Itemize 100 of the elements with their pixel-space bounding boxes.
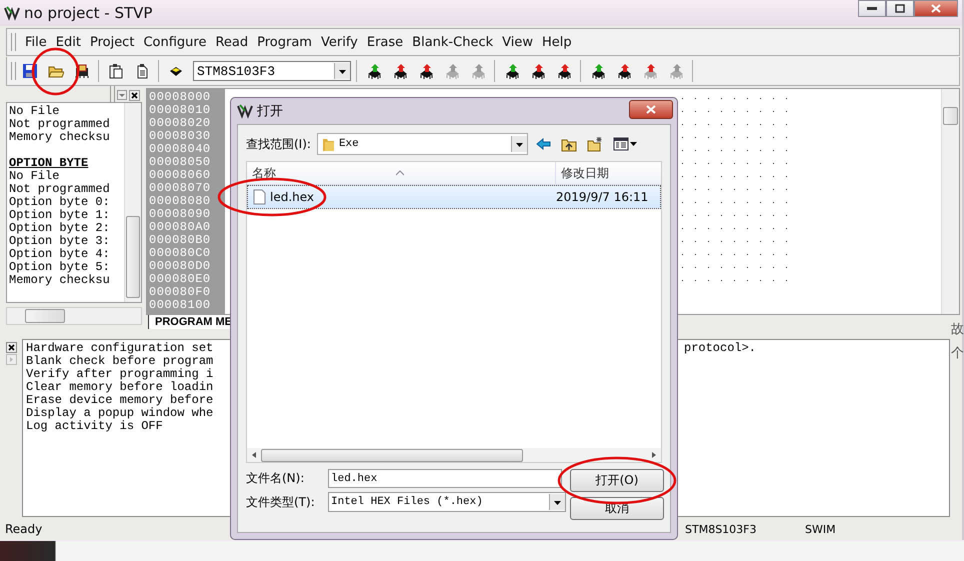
chip-arrow-icon bbox=[668, 63, 684, 79]
back-arrow-icon bbox=[536, 138, 551, 150]
dialog-title: 打开 bbox=[257, 103, 283, 120]
column-header[interactable]: 名称 bbox=[247, 162, 556, 184]
dropdown-icon[interactable] bbox=[117, 90, 127, 100]
chip-arrow-icon bbox=[616, 63, 632, 79]
close-icon bbox=[646, 105, 656, 114]
menu-item[interactable]: Verify bbox=[320, 34, 358, 50]
minimize-button[interactable] bbox=[858, 0, 886, 17]
info-line: Option byte 5: bbox=[9, 261, 111, 274]
log-line: protocol>. bbox=[684, 342, 756, 355]
memory-address: 00008050 bbox=[148, 156, 212, 169]
chip-arrow-icon bbox=[590, 63, 606, 79]
memory-address: 000080C0 bbox=[148, 247, 212, 260]
info-line: Option byte 2: bbox=[9, 222, 111, 235]
view-menu-icon bbox=[612, 136, 638, 152]
file-type-dropdown[interactable]: Intel HEX Files (*.hex) bbox=[328, 492, 566, 512]
file-name: led.hex bbox=[270, 190, 314, 204]
memory-address: 00008060 bbox=[148, 169, 212, 182]
column-title: 名称 bbox=[252, 164, 276, 182]
close-icon bbox=[931, 4, 941, 13]
parent-folder-icon bbox=[560, 136, 577, 152]
memory-address: 000080F0 bbox=[148, 286, 212, 299]
menu-item[interactable]: View bbox=[502, 34, 533, 50]
column-header[interactable]: 修改日期 bbox=[556, 162, 661, 184]
device-name: STM8S103F3 bbox=[196, 64, 276, 78]
horizontal-scrollbar[interactable] bbox=[247, 448, 661, 462]
chip-arrow-icon bbox=[366, 63, 382, 79]
info-line: Option byte 0: bbox=[9, 196, 111, 209]
caret-icon bbox=[514, 140, 524, 148]
menu-item[interactable]: Project bbox=[90, 34, 134, 50]
memory-address: 00008030 bbox=[148, 130, 212, 143]
menu-item[interactable]: Configure bbox=[143, 34, 206, 50]
memory-address: 00008100 bbox=[148, 299, 212, 312]
close-button[interactable] bbox=[629, 100, 673, 119]
new-folder-icon bbox=[586, 136, 603, 152]
app-logo-icon bbox=[237, 103, 253, 119]
menu-item[interactable]: Program bbox=[257, 34, 312, 50]
info-line: No File bbox=[9, 170, 60, 183]
log-line: Erase device memory before bbox=[26, 394, 214, 407]
folder-icon bbox=[322, 136, 335, 152]
toolbar-button[interactable] bbox=[610, 136, 640, 152]
memory-address: 00008070 bbox=[148, 182, 212, 195]
horizontal-scrollbar[interactable] bbox=[6, 307, 142, 325]
memory-address: 00008040 bbox=[148, 143, 212, 156]
close-icon[interactable] bbox=[129, 90, 140, 100]
field-label: 查找范围(I): bbox=[246, 136, 311, 152]
menu-item[interactable]: Edit bbox=[56, 34, 81, 50]
chip-arrow-icon bbox=[470, 63, 486, 79]
file-icon bbox=[253, 189, 266, 205]
chip-arrow-icon bbox=[504, 63, 520, 79]
background-text: 故 bbox=[951, 321, 964, 338]
log-line: Verify after programming i bbox=[26, 368, 214, 381]
dialog-button[interactable]: 打开(O) bbox=[570, 469, 664, 492]
file-type: Intel HEX Files (*.hex) bbox=[330, 496, 484, 508]
chip-arrow-icon bbox=[530, 63, 546, 79]
file-name-field[interactable]: led.hex bbox=[328, 469, 562, 488]
close-button[interactable] bbox=[914, 0, 958, 17]
toolbar-button[interactable] bbox=[558, 136, 579, 152]
memory-address: 00008010 bbox=[148, 104, 212, 117]
chip-arrow-icon bbox=[444, 63, 460, 79]
caret-icon bbox=[553, 498, 562, 506]
memory-address: 00008090 bbox=[148, 208, 212, 221]
chip-arrow-icon bbox=[556, 63, 572, 79]
vertical-scrollbar[interactable] bbox=[941, 89, 959, 314]
menu-item[interactable]: File bbox=[25, 34, 47, 50]
menu-item[interactable]: Help bbox=[542, 34, 572, 50]
app-logo-icon bbox=[4, 5, 20, 21]
info-line: No File bbox=[9, 105, 60, 118]
maximize-button[interactable] bbox=[886, 0, 914, 17]
menu-item[interactable]: Erase bbox=[366, 34, 404, 50]
device-dropdown[interactable]: STM8S103F3 bbox=[193, 61, 351, 81]
menu-item[interactable]: Read bbox=[215, 34, 248, 50]
clipboard-icon bbox=[108, 63, 124, 79]
memory-address: 00008020 bbox=[148, 117, 212, 130]
memory-address: 000080B0 bbox=[148, 234, 212, 247]
log-line: Hardware configuration set bbox=[26, 342, 214, 355]
info-line: Option byte 1: bbox=[9, 209, 111, 222]
vertical-scrollbar[interactable] bbox=[124, 103, 141, 302]
minimize-icon bbox=[867, 6, 877, 10]
chip-arrow-icon bbox=[418, 63, 434, 79]
folder-name: Exe bbox=[338, 138, 360, 150]
info-line: Not programmed bbox=[9, 118, 111, 131]
close-icon[interactable] bbox=[6, 342, 17, 353]
menu-item[interactable]: Blank-Check bbox=[412, 34, 494, 50]
left-arrow-icon bbox=[251, 451, 257, 459]
status-text: STM8S103F3 bbox=[685, 522, 758, 536]
field-label: 文件类型(T): bbox=[246, 494, 316, 510]
info-line: Option byte 3: bbox=[9, 235, 111, 248]
folder-dropdown[interactable]: Exe bbox=[316, 133, 528, 155]
log-line: Display a popup window whe bbox=[26, 407, 214, 420]
info-line: Memory checksu bbox=[9, 274, 111, 287]
status-text: Ready bbox=[5, 522, 44, 536]
chip-folder-icon bbox=[74, 63, 90, 79]
field-label: 文件名(N): bbox=[246, 470, 306, 487]
caret-icon bbox=[338, 68, 347, 74]
info-line: Option byte 4: bbox=[9, 248, 111, 261]
log-line: Clear memory before loadin bbox=[26, 381, 214, 394]
chip-arrow-icon bbox=[392, 63, 408, 79]
file-row[interactable]: led.hex 2019/9/7 16:11 bbox=[247, 185, 661, 209]
